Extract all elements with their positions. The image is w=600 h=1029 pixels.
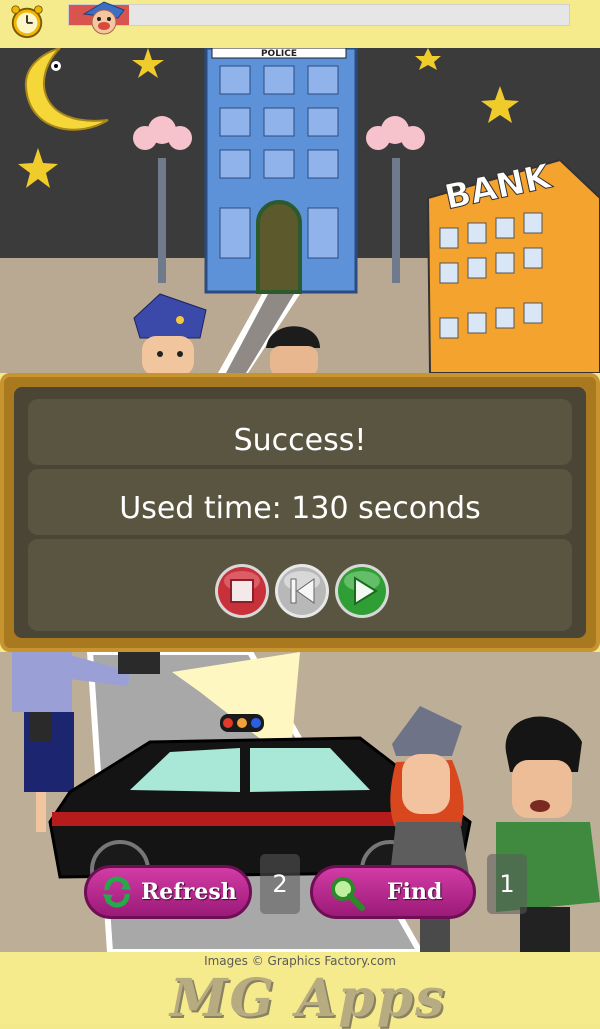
footer: Images © Graphics Factory.com MG Apps — [0, 952, 600, 1029]
police-sign: POLICE — [261, 49, 297, 59]
brand-logo[interactable]: MG Apps — [170, 968, 446, 1029]
refresh-button[interactable]: Refresh — [84, 865, 252, 919]
find-label: Find — [387, 879, 443, 905]
used-time-text: Used time: 130 seconds — [119, 491, 481, 526]
alarm-clock-icon — [11, 5, 43, 39]
time-progress-bar — [68, 4, 570, 26]
refresh-count: 2 — [260, 854, 300, 914]
refresh-label: Refresh — [141, 879, 237, 905]
thief-character — [266, 326, 320, 373]
stop-button[interactable] — [214, 563, 270, 619]
police-face-icon — [82, 1, 125, 35]
top-bar — [0, 0, 600, 48]
rewind-button[interactable] — [274, 563, 330, 619]
dialog-title: Success! — [233, 423, 367, 458]
stop-icon — [230, 579, 254, 603]
find-button[interactable]: Find — [310, 865, 476, 919]
refresh-icon — [103, 876, 131, 908]
find-count: 1 — [487, 854, 527, 914]
bank-building: BANK — [426, 156, 600, 373]
police-station-building: POLICE — [204, 48, 358, 294]
magnifier-icon — [331, 877, 365, 911]
success-dialog: Success! Used time: 130 seconds — [0, 373, 600, 652]
image-credit: Images © Graphics Factory.com — [204, 954, 396, 968]
play-button[interactable] — [334, 563, 390, 619]
dialog-panel: Success! Used time: 130 seconds — [14, 387, 586, 638]
city-night-scene: POLICE BANK — [0, 48, 600, 373]
